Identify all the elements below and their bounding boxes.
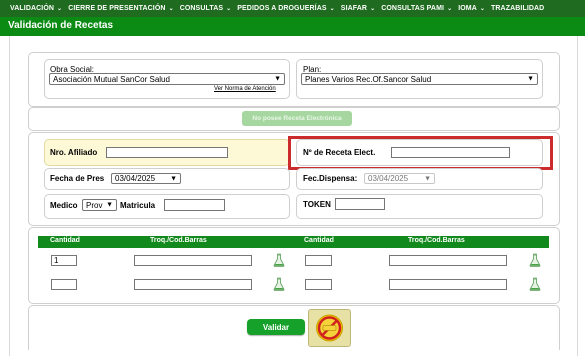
nav-label: SIAFAR [340, 5, 368, 12]
nav-label: IOMA [458, 5, 477, 12]
no-receta-electronica-button[interactable]: No posee Receta Electrónica [242, 111, 352, 126]
chevron-down-icon: ⌄ [479, 6, 486, 12]
afiliado-input[interactable] [106, 147, 228, 158]
validar-button[interactable]: Validar [247, 319, 305, 335]
chevron-down-icon: ⌄ [447, 6, 453, 12]
token-group [296, 194, 543, 219]
nav-label: TRAZABILIDAD [491, 5, 545, 12]
col-cantidad-1: Cantidad [50, 237, 80, 244]
token-label: TOKEN [303, 200, 331, 209]
flask-icon[interactable] [273, 277, 285, 291]
flask-icon[interactable] [529, 277, 541, 291]
fec-dispensa-label: Fec.Dispensa: [303, 174, 358, 183]
medico-value: Prov [86, 200, 103, 210]
fecha-pres-select[interactable]: 03/04/2025 ▼ [111, 173, 181, 184]
items-table-header: Cantidad Troq./Cod.Barras Cantidad Troq.… [38, 236, 549, 248]
fecha-pres-value: 03/04/2025 [115, 174, 156, 183]
nav-validacion[interactable]: VALIDACIÓN ⌄ [0, 5, 64, 12]
medico-label: Medico [50, 201, 78, 210]
nav-label: PEDIDOS A DROGUERÍAS [237, 5, 327, 12]
troquel-input-2[interactable] [389, 255, 507, 266]
cantidad-input-2[interactable] [305, 255, 332, 266]
cantidad-input-4[interactable] [305, 279, 332, 290]
fec-dispensa-value: 03/04/2025 [368, 174, 409, 183]
chevron-down-icon: ⌄ [168, 6, 174, 12]
matricula-label: Matricula [120, 201, 156, 210]
nav-pedidos-droguerias[interactable]: PEDIDOS A DROGUERÍAS ⌄ [233, 5, 337, 12]
nav-label: VALIDACIÓN [10, 5, 55, 12]
chevron-down-icon: ▼ [527, 75, 534, 83]
cantidad-input-3[interactable] [51, 279, 77, 290]
cancel-button[interactable] [308, 309, 351, 347]
ver-norma-link[interactable]: Ver Norma de Atención [214, 86, 276, 92]
chevron-down-icon: ⌄ [370, 6, 376, 12]
nav-label: CIERRE DE PRESENTACIÓN [68, 5, 166, 12]
flask-icon[interactable] [273, 253, 285, 267]
fec-dispensa-select[interactable]: 03/04/2025 ▼ [364, 173, 435, 184]
nav-siafar[interactable]: SIAFAR ⌄ [337, 5, 377, 12]
nav-ioma[interactable]: IOMA ⌄ [454, 5, 487, 12]
nav-trazabilidad[interactable]: TRAZABILIDAD [487, 5, 546, 12]
afiliado-label: Nro. Afiliado [50, 148, 98, 157]
nav-label: CONSULTAS PAMI [381, 5, 445, 12]
chevron-down-icon: ⌄ [329, 6, 335, 12]
plan-select[interactable]: Planes Varios Rec.Of.Sancor Salud ▼ [301, 73, 538, 85]
chevron-down-icon: ⌄ [57, 6, 63, 12]
fecha-pres-label: Fecha de Pres [50, 174, 105, 183]
flask-icon[interactable] [529, 253, 541, 267]
cantidad-input-1[interactable]: 1 [51, 255, 77, 266]
troquel-input-4[interactable] [389, 279, 507, 290]
chevron-down-icon: ▼ [274, 75, 281, 83]
nav-label: CONSULTAS [179, 5, 224, 12]
obra-social-select[interactable]: Asociación Mutual SanCor Salud ▼ [49, 73, 285, 85]
col-troquel-1: Troq./Cod.Barras [150, 237, 207, 244]
top-nav: VALIDACIÓN ⌄ CIERRE DE PRESENTACIÓN ⌄ CONS… [0, 0, 585, 17]
col-cantidad-2: Cantidad [304, 237, 334, 244]
matricula-input[interactable] [164, 199, 225, 211]
obra-social-value: Asociación Mutual SanCor Salud [53, 74, 170, 84]
nav-consultas-pami[interactable]: CONSULTAS PAMI ⌄ [377, 5, 454, 12]
receta-highlight-box [288, 136, 553, 170]
chevron-down-icon: ▼ [170, 175, 177, 182]
chevron-down-icon: ▼ [106, 201, 113, 209]
nav-consultas[interactable]: CONSULTAS ⌄ [176, 5, 234, 12]
cancel-icon [316, 314, 343, 342]
token-input[interactable] [335, 198, 385, 210]
page-title: Validación de Recetas [8, 20, 114, 31]
troquel-input-3[interactable] [134, 279, 252, 290]
medico-select[interactable]: Prov ▼ [82, 199, 117, 211]
page-title-bar: Validación de Recetas [0, 17, 585, 36]
nav-cierre-presentacion[interactable]: CIERRE DE PRESENTACIÓN ⌄ [64, 5, 176, 12]
plan-value: Planes Varios Rec.Of.Sancor Salud [305, 74, 432, 84]
col-troquel-2: Troq./Cod.Barras [408, 237, 465, 244]
troquel-input-1[interactable] [134, 255, 252, 266]
chevron-down-icon: ▼ [424, 175, 431, 182]
chevron-down-icon: ⌄ [226, 6, 232, 12]
